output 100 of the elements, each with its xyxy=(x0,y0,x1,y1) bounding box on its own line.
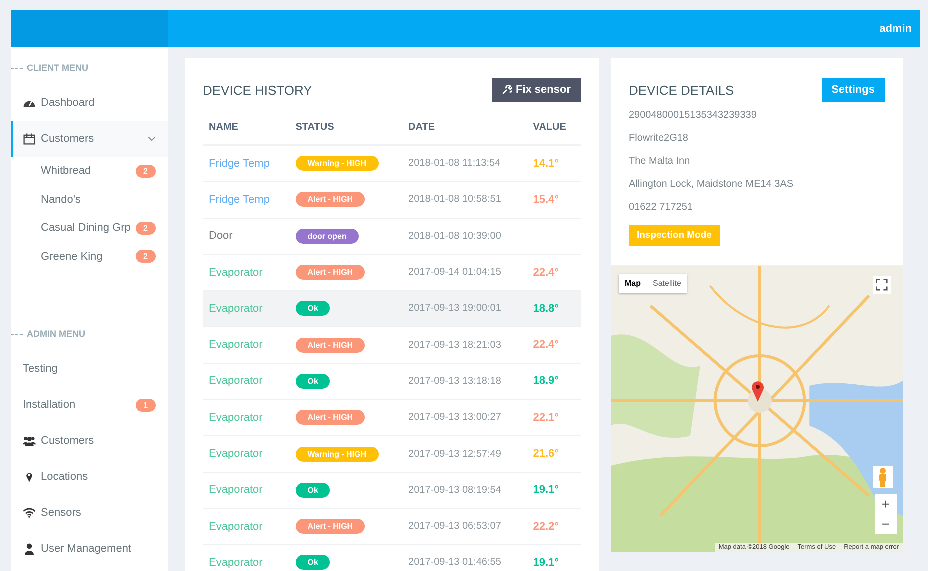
date-text: 2017-09-14 01:04:15 xyxy=(408,267,502,278)
map-marker-icon xyxy=(751,380,765,402)
status-badge: Alert - HIGH xyxy=(296,265,366,280)
sensor-name[interactable]: Fridge Temp xyxy=(209,158,270,170)
sensor-name[interactable]: Evaporator xyxy=(209,266,263,279)
map-type-tab[interactable]: Satellite xyxy=(647,274,688,293)
submenu-item[interactable]: Whitbread 2 xyxy=(11,157,168,186)
date-text: 2018-01-08 10:58:51 xyxy=(408,194,502,206)
menu-item[interactable]: Dashboard xyxy=(11,85,168,121)
history-row[interactable]: Fridge Temp Alert - HIGH 2018-01-08 10:58:51 15.4° xyxy=(203,182,581,218)
status-badge: Ok xyxy=(296,482,330,498)
date-text: 2017-09-13 18:21:03 xyxy=(408,340,502,351)
date-text: 2017-09-13 06:53:07 xyxy=(408,521,502,532)
count-badge: 2 xyxy=(136,250,156,264)
status-badge: door open xyxy=(296,228,359,244)
status-badge: Ok xyxy=(296,555,330,570)
status-badge: Ok xyxy=(296,301,330,316)
submenu-item[interactable]: Casual Dining Grp 2 xyxy=(11,214,168,242)
sensor-name[interactable]: Evaporator xyxy=(209,448,263,460)
column-header: VALUE xyxy=(527,110,581,145)
wifi-icon xyxy=(23,507,36,519)
wrench-icon xyxy=(502,85,512,95)
sensor-name[interactable]: Evaporator xyxy=(209,556,263,569)
person-icon[interactable] xyxy=(873,466,893,488)
status-badge: Alert - HIGH xyxy=(296,192,366,208)
menu-item[interactable]: Locations xyxy=(11,459,168,495)
status-badge: Alert - HIGH xyxy=(296,519,366,534)
value-text: 22.4° xyxy=(533,266,560,279)
submenu-item[interactable]: Greene King 2 xyxy=(11,242,168,271)
fix-sensor-button[interactable]: Fix sensor xyxy=(492,78,581,102)
value-text: 22.2° xyxy=(533,520,560,533)
date-text: 2017-09-13 19:00:01 xyxy=(408,303,502,314)
history-row[interactable]: Evaporator Ok 2017-09-13 08:19:54 19.1° xyxy=(203,472,581,508)
value-text: 18.8° xyxy=(533,302,560,315)
history-row[interactable]: Evaporator Alert - HIGH 2017-09-13 18:21:03 22.4° xyxy=(203,326,581,364)
menu-heading: CLIENT MENU xyxy=(27,63,88,73)
calendar-icon xyxy=(23,133,36,145)
date-text: 2018-01-08 11:13:54 xyxy=(408,158,501,170)
history-row[interactable]: Evaporator Ok 2017-09-13 13:18:18 18.9° xyxy=(203,363,581,400)
submenu-item[interactable]: Nando's xyxy=(11,186,168,214)
value-text: 15.4° xyxy=(533,194,560,206)
user-icon xyxy=(23,543,36,555)
sensor-name[interactable]: Fridge Temp xyxy=(209,194,270,206)
value-text: 14.1° xyxy=(533,158,560,170)
detail-text: Flowrite2G18 xyxy=(629,133,690,146)
detail-text: Allington Lock, Maidstone ME14 3AS xyxy=(629,179,795,192)
sensor-name[interactable]: Evaporator xyxy=(209,339,263,352)
value-text: 19.1° xyxy=(533,484,560,496)
fullscreen-icon[interactable] xyxy=(873,276,891,294)
column-header: STATUS xyxy=(290,110,403,145)
value-text: 19.1° xyxy=(533,556,560,569)
inspection-mode-button[interactable]: Inspection Mode xyxy=(629,225,720,246)
value-text: 22.4° xyxy=(533,339,560,352)
map-type-tab[interactable]: Map xyxy=(619,274,647,293)
sensor-name[interactable]: Evaporator xyxy=(209,484,263,496)
column-header: NAME xyxy=(203,110,290,145)
status-badge: Ok xyxy=(296,374,330,389)
sensor-name[interactable]: Evaporator xyxy=(209,375,263,388)
date-text: 2017-09-13 08:19:54 xyxy=(408,484,502,496)
history-row[interactable]: Evaporator Warning - HIGH 2017-09-13 12:57:49 21.6° xyxy=(203,436,581,472)
history-row[interactable]: Evaporator Ok 2017-09-13 01:46:55 19.1° xyxy=(203,544,581,571)
status-badge: Alert - HIGH xyxy=(296,338,366,353)
sensor-name[interactable]: Door xyxy=(209,230,233,242)
user-name[interactable]: admin xyxy=(880,22,912,34)
status-badge: Warning - HIGH xyxy=(296,446,379,462)
count-badge: 2 xyxy=(136,222,156,235)
history-row[interactable]: Evaporator Alert - HIGH 2017-09-13 13:00:27 22.1° xyxy=(203,400,581,436)
menu-item[interactable]: Customers xyxy=(11,121,168,157)
date-text: 2017-09-13 13:00:27 xyxy=(408,412,502,424)
value-text: 21.6° xyxy=(533,448,560,460)
menu-item[interactable]: Testing xyxy=(11,351,168,387)
history-row[interactable]: Evaporator Ok 2017-09-13 19:00:01 18.8° xyxy=(203,290,581,327)
detail-text: 01622 717251 xyxy=(629,202,694,215)
sensor-name[interactable]: Evaporator xyxy=(209,412,263,424)
card-title: DEVICE DETAILS xyxy=(629,82,734,98)
date-text: 2017-09-13 13:18:18 xyxy=(408,376,502,387)
value-text: 18.9° xyxy=(533,375,560,388)
chevron-icon[interactable] xyxy=(148,136,156,142)
value-text: 22.1° xyxy=(533,412,560,424)
count-badge: 1 xyxy=(136,398,156,412)
detail-text: The Malta Inn xyxy=(629,156,692,169)
history-row[interactable]: Door door open 2018-01-08 10:39:00 xyxy=(203,218,581,254)
date-text: 2017-09-13 12:57:49 xyxy=(408,448,502,460)
history-row[interactable]: Fridge Temp Warning - HIGH 2018-01-08 11:13:54 14.1° xyxy=(203,145,581,182)
menu-item[interactable]: Installation 1 xyxy=(11,387,168,423)
status-badge: Warning - HIGH xyxy=(296,156,379,172)
settings-button[interactable]: Settings xyxy=(822,78,885,102)
detail-text: 29004800015135343239339 xyxy=(629,110,758,123)
menu-heading: ADMIN MENU xyxy=(27,329,86,339)
menu-item[interactable]: Sensors xyxy=(11,495,168,531)
count-badge: 2 xyxy=(136,164,156,178)
history-row[interactable]: Evaporator Alert - HIGH 2017-09-13 06:53:07 22.2° xyxy=(203,508,581,545)
date-text: 2018-01-08 10:39:00 xyxy=(408,230,502,242)
menu-item[interactable]: User Management xyxy=(11,531,168,567)
users-icon xyxy=(23,435,36,447)
column-header: DATE xyxy=(402,110,528,145)
card-title: DEVICE HISTORY xyxy=(203,82,312,98)
menu-item[interactable]: Customers xyxy=(11,423,168,459)
date-text: 2017-09-13 01:46:55 xyxy=(408,557,502,568)
sensor-name[interactable]: Evaporator xyxy=(209,520,263,533)
